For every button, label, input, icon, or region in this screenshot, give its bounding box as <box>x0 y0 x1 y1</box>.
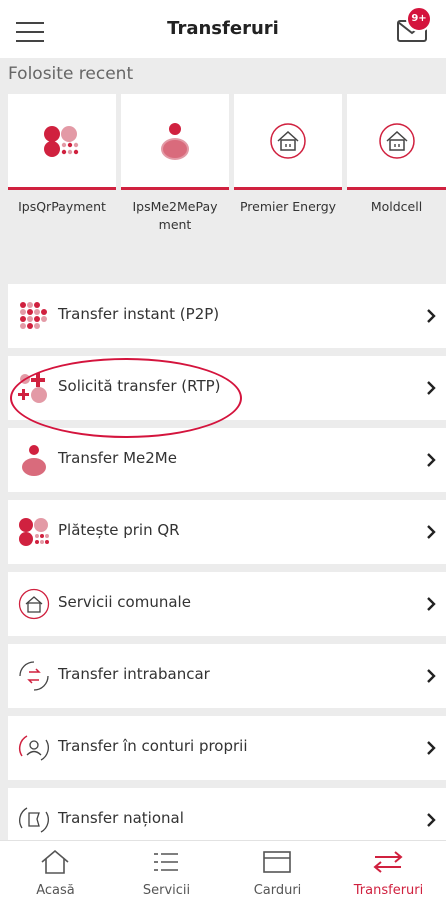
recent-item-label: Premier Energy <box>239 199 337 214</box>
list-item-own-accounts-transfer[interactable]: Transfer în conturi proprii <box>8 716 446 780</box>
list-item-pay-by-qr[interactable]: Plătește prin QR <box>8 500 446 564</box>
person-icon <box>161 122 189 160</box>
list-item-transfer-me2me[interactable]: Transfer Me2Me <box>8 428 446 492</box>
national-transfer-icon <box>19 807 49 833</box>
house-icon <box>270 122 306 159</box>
nav-home[interactable]: Acasă <box>0 841 111 906</box>
recent-item-ipsqrpayment[interactable]: IpsQrPayment <box>8 94 116 216</box>
recent-heading: Folosite recent <box>8 64 134 84</box>
nav-cards[interactable]: Carduri <box>222 841 333 906</box>
list-item-label: Transfer Me2Me <box>58 449 177 467</box>
home-icon <box>41 849 69 874</box>
list-item-utility-services[interactable]: Servicii comunale <box>8 572 446 636</box>
top-app-bar: Transferuri 9+ <box>0 0 446 58</box>
recent-item-label: Moldcell <box>370 199 423 214</box>
nav-services[interactable]: Servicii <box>111 841 222 906</box>
list-item-request-transfer[interactable]: Solicită transfer (RTP) <box>8 356 446 420</box>
list-item-label: Solicită transfer (RTP) <box>58 377 221 395</box>
card-icon <box>263 851 291 873</box>
nav-label: Transferuri <box>353 883 424 898</box>
list-item-label: Servicii comunale <box>58 593 191 611</box>
page-title: Transferuri <box>167 18 279 39</box>
recent-item-label: IpsQrPayment <box>18 199 106 214</box>
notification-badge: 9+ <box>406 6 432 32</box>
house-icon <box>18 588 50 620</box>
qr-dots-icon <box>19 518 49 546</box>
list-item-label: Transfer în conturi proprii <box>58 737 248 755</box>
recent-item-label: IpsMe2MePay ment <box>132 199 218 232</box>
chevron-right-icon <box>427 597 436 611</box>
chevron-right-icon <box>427 669 436 683</box>
recent-tile[interactable] <box>8 94 116 190</box>
list-item-intrabank-transfer[interactable]: Transfer intrabancar <box>8 644 446 708</box>
recent-item-premier-energy[interactable]: Premier Energy <box>234 94 342 216</box>
list-icon <box>154 853 178 871</box>
chevron-right-icon <box>427 453 436 467</box>
list-item-label: Transfer intrabancar <box>58 665 210 683</box>
request-plus-icon <box>18 373 47 403</box>
chevron-right-icon <box>427 381 436 395</box>
swap-arrows-icon <box>19 661 49 691</box>
list-item-label: Transfer instant (P2P) <box>58 305 220 323</box>
qr-dots-icon <box>44 125 79 157</box>
nav-transfers[interactable]: Transferuri <box>333 841 444 906</box>
recent-tile[interactable] <box>347 94 446 190</box>
chevron-right-icon <box>427 525 436 539</box>
chevron-right-icon <box>427 741 436 755</box>
recent-tile[interactable] <box>234 94 342 190</box>
bottom-navigation: Acasă Servicii Carduri Transferuri <box>0 840 446 906</box>
list-item-label: Plătește prin QR <box>58 521 180 539</box>
list-item-label: Transfer național <box>58 809 184 827</box>
chevron-right-icon <box>427 813 436 827</box>
list-item-transfer-instant[interactable]: Transfer instant (P2P) <box>8 284 446 348</box>
recent-carousel[interactable]: IpsQrPayment IpsMe2MePay ment Premier En… <box>8 94 446 294</box>
transfer-arrows-icon <box>373 851 403 873</box>
recent-item-moldcell[interactable]: Moldcell <box>347 94 446 216</box>
nav-label: Acasă <box>36 883 75 898</box>
chevron-right-icon <box>427 309 436 323</box>
own-accounts-icon <box>18 735 49 761</box>
person-icon <box>22 445 46 476</box>
house-icon <box>378 122 415 159</box>
nav-label: Carduri <box>253 883 302 898</box>
notifications-button[interactable]: 9+ <box>396 6 432 46</box>
recent-tile[interactable] <box>121 94 229 190</box>
dots-grid-icon <box>20 302 47 329</box>
nav-label: Servicii <box>142 883 191 898</box>
recent-item-ipsme2mepayment[interactable]: IpsMe2MePay ment <box>121 94 229 234</box>
recent-section: Folosite recent IpsQrPayment IpsMe2MePay… <box>0 58 446 282</box>
